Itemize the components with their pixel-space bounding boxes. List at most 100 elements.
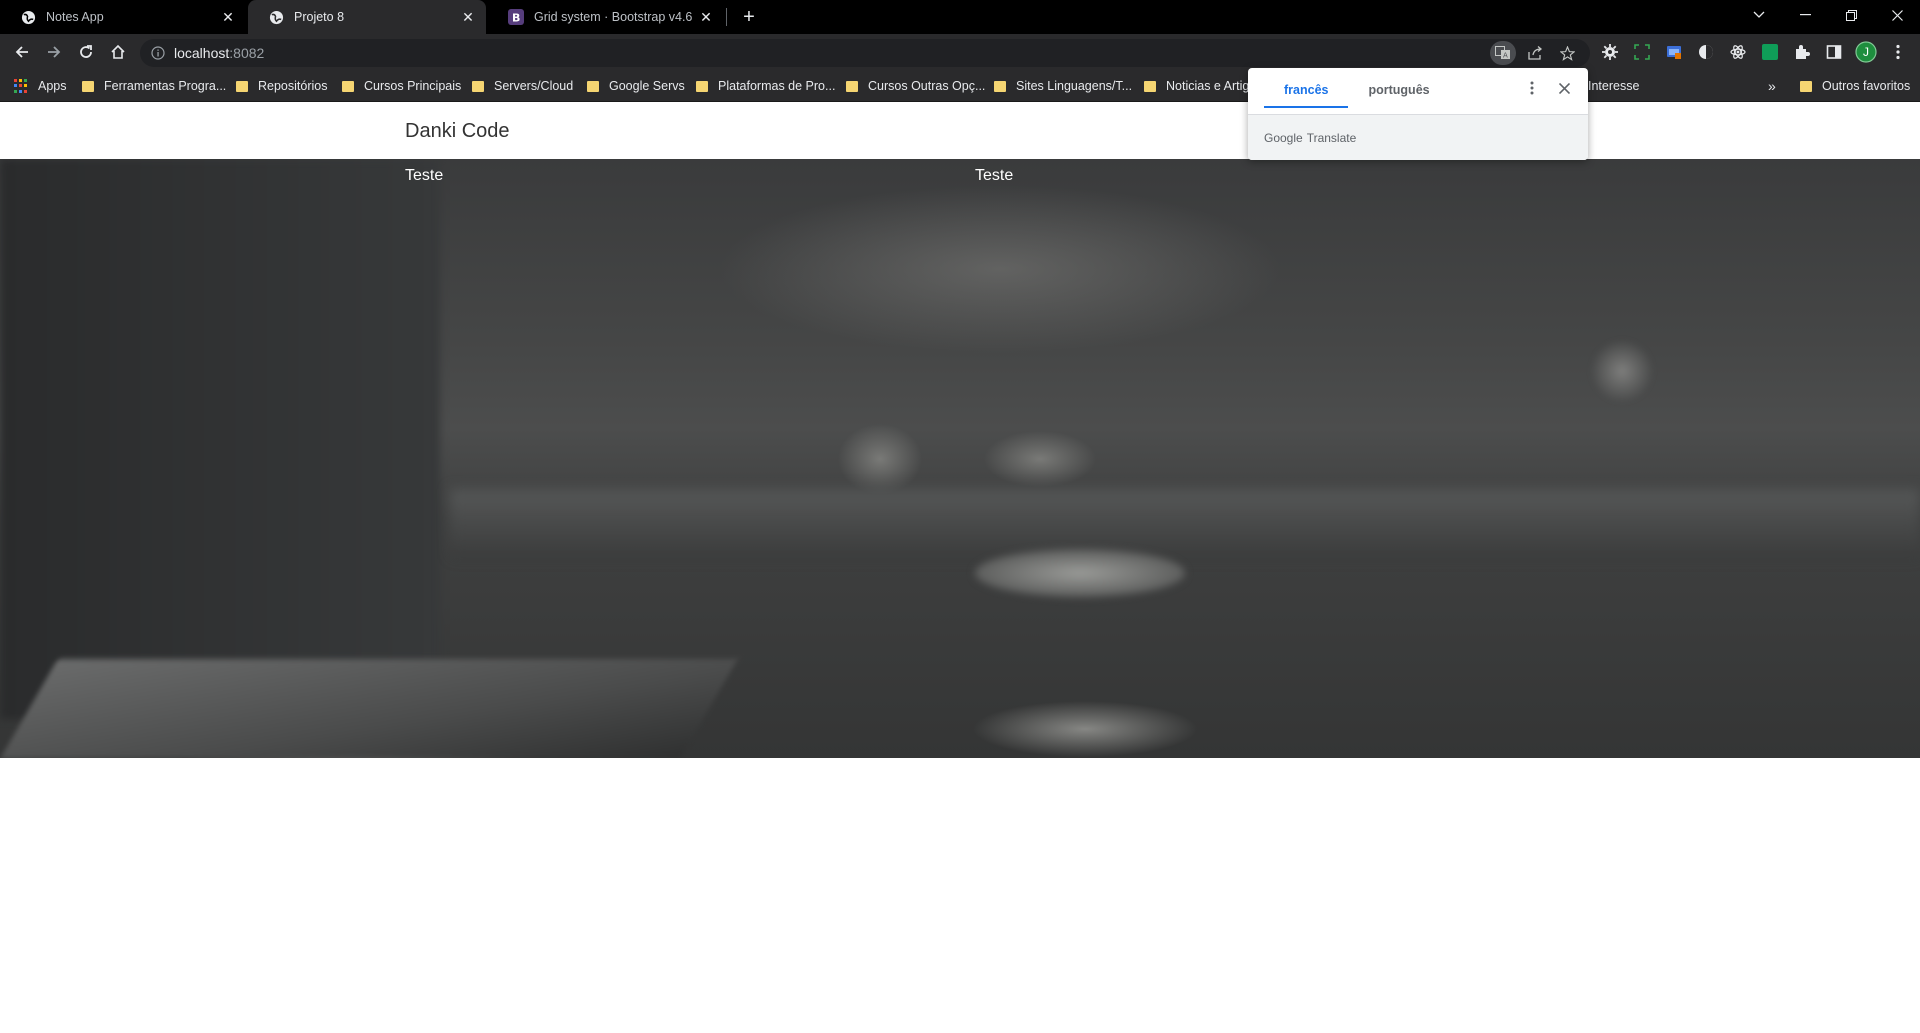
hero-banner: Teste Teste bbox=[0, 159, 1920, 758]
site-header: Danki Code bbox=[0, 103, 1920, 159]
bookmark-folder[interactable]: Repositórios bbox=[236, 77, 327, 95]
bookmark-label: Apps bbox=[38, 79, 67, 93]
page-content: Danki Code Teste Teste bbox=[0, 103, 1920, 1033]
language-tabs: francês português bbox=[1264, 74, 1450, 108]
profile-avatar[interactable]: J bbox=[1852, 38, 1880, 66]
bookmark-folder[interactable]: Cursos Outras Opç... bbox=[846, 77, 985, 95]
bookmark-label: Servers/Cloud bbox=[494, 79, 574, 93]
bookmark-label: Repositórios bbox=[258, 79, 328, 93]
tab-strip: Notes App ✕ Projeto 8 ✕ B Grid system · … bbox=[0, 0, 1920, 34]
hero-column-text: Teste bbox=[975, 167, 1014, 184]
google-wordmark: Google bbox=[1264, 130, 1303, 145]
translate-popup: francês português Google Translate bbox=[1248, 68, 1588, 160]
hero-laptop-base-shape bbox=[0, 659, 738, 758]
home-button[interactable] bbox=[104, 38, 132, 66]
tab-separator bbox=[726, 8, 727, 26]
browser-toolbar: localhost :8082 A J bbox=[0, 34, 1920, 70]
back-button[interactable] bbox=[8, 38, 36, 66]
folder-icon bbox=[696, 80, 708, 92]
share-icon[interactable] bbox=[1522, 41, 1548, 65]
bookmark-apps[interactable]: Apps bbox=[14, 77, 67, 95]
bookmark-folder[interactable]: Cursos Principais bbox=[342, 77, 461, 95]
bookmark-label: » bbox=[1768, 78, 1776, 94]
bookmark-label: Ferramentas Progra... bbox=[104, 79, 227, 93]
address-bar[interactable]: localhost :8082 A bbox=[140, 39, 1590, 67]
tab-title: Projeto 8 bbox=[294, 10, 345, 24]
hero-cup-shape bbox=[975, 549, 1185, 597]
bookmark-label: Google Servs bbox=[609, 79, 685, 93]
close-icon[interactable]: ✕ bbox=[218, 7, 238, 27]
close-window-button[interactable] bbox=[1874, 0, 1920, 30]
bookmark-label: Cursos Outras Opç... bbox=[868, 79, 986, 93]
folder-icon bbox=[82, 80, 94, 92]
extension-contrast-icon[interactable] bbox=[1692, 38, 1720, 66]
bookmark-folder[interactable]: Interesse bbox=[1588, 77, 1639, 95]
new-tab-button[interactable]: + bbox=[737, 5, 761, 29]
bookmarks-overflow-button[interactable]: » bbox=[1768, 77, 1776, 95]
bookmarks-bar: Apps Ferramentas Progra... Repositórios … bbox=[0, 70, 1920, 102]
bookmark-folder[interactable]: Sites Linguagens/T... bbox=[994, 77, 1132, 95]
tab-notes-app[interactable]: Notes App ✕ bbox=[0, 0, 246, 34]
translate-icon[interactable]: A bbox=[1490, 41, 1516, 65]
apps-grid-icon bbox=[14, 79, 28, 93]
restore-button[interactable] bbox=[1828, 0, 1874, 30]
language-tab-french[interactable]: francês bbox=[1264, 74, 1349, 108]
folder-icon bbox=[1144, 80, 1156, 92]
translate-wordmark: Translate bbox=[1306, 130, 1357, 145]
language-tab-portuguese[interactable]: português bbox=[1348, 74, 1449, 108]
folder-icon bbox=[342, 80, 354, 92]
extensions-puzzle-icon[interactable] bbox=[1788, 38, 1816, 66]
bookmark-label: Plataformas de Pro... bbox=[718, 79, 836, 93]
extension-screenshot-icon[interactable] bbox=[1628, 38, 1656, 66]
tab-search-icon[interactable] bbox=[1736, 0, 1782, 30]
globe-icon bbox=[20, 9, 36, 25]
folder-icon bbox=[1800, 80, 1812, 92]
bookmark-label: Noticias e Artig bbox=[1166, 79, 1250, 93]
side-panel-icon[interactable] bbox=[1820, 38, 1848, 66]
globe-icon bbox=[268, 9, 284, 25]
close-icon[interactable]: ✕ bbox=[458, 7, 478, 27]
folder-icon bbox=[846, 80, 858, 92]
bookmark-folder[interactable]: Google Servs bbox=[587, 77, 685, 95]
minimize-button[interactable] bbox=[1782, 0, 1828, 30]
hero-column-text: Teste bbox=[405, 167, 444, 184]
tab-bootstrap-grid[interactable]: B Grid system · Bootstrap v4.6 ✕ bbox=[488, 0, 724, 34]
translate-footer: Google Translate bbox=[1248, 114, 1588, 160]
site-logo[interactable]: Danki Code bbox=[405, 120, 510, 143]
hero-glass-shape bbox=[1590, 339, 1654, 403]
more-options-icon[interactable] bbox=[1524, 80, 1540, 96]
bookmark-folder[interactable]: Noticias e Artig bbox=[1144, 77, 1249, 95]
profile-initial: J bbox=[1863, 45, 1869, 59]
close-icon[interactable] bbox=[1556, 80, 1572, 96]
svg-text:A: A bbox=[1503, 52, 1508, 60]
hero-shelf-shape bbox=[450, 489, 1920, 559]
bookmark-folder[interactable]: Ferramentas Progra... bbox=[82, 77, 226, 95]
bookmark-label: Sites Linguagens/T... bbox=[1016, 79, 1133, 93]
tab-projeto-8[interactable]: Projeto 8 ✕ bbox=[248, 0, 486, 34]
more-menu-icon[interactable] bbox=[1884, 38, 1912, 66]
hero-laptop-shape bbox=[0, 159, 440, 719]
folder-icon bbox=[236, 80, 248, 92]
bookmark-folder[interactable]: Plataformas de Pro... bbox=[696, 77, 835, 95]
url-port: :8082 bbox=[229, 45, 265, 61]
bookmark-folder[interactable]: Servers/Cloud bbox=[472, 77, 573, 95]
tab-title: Grid system · Bootstrap v4.6 bbox=[534, 10, 693, 24]
extension-react-icon[interactable] bbox=[1724, 38, 1752, 66]
bookmark-label: Cursos Principais bbox=[364, 79, 462, 93]
extension-green-square-icon[interactable] bbox=[1756, 38, 1784, 66]
bootstrap-icon: B bbox=[508, 9, 524, 25]
star-icon[interactable] bbox=[1554, 41, 1580, 65]
extension-window-icon[interactable] bbox=[1660, 38, 1688, 66]
svg-text:B: B bbox=[512, 12, 520, 25]
folder-icon bbox=[472, 80, 484, 92]
extension-gear-icon[interactable] bbox=[1596, 38, 1624, 66]
bookmark-label: Interesse bbox=[1588, 79, 1640, 93]
reload-button[interactable] bbox=[72, 38, 100, 66]
close-icon[interactable]: ✕ bbox=[696, 7, 716, 27]
info-icon[interactable] bbox=[150, 45, 166, 61]
bookmark-other-favorites[interactable]: Outros favoritos bbox=[1800, 77, 1910, 95]
folder-icon bbox=[587, 80, 599, 92]
folder-icon bbox=[994, 80, 1006, 92]
forward-button[interactable] bbox=[40, 38, 68, 66]
tab-title: Notes App bbox=[46, 10, 104, 24]
